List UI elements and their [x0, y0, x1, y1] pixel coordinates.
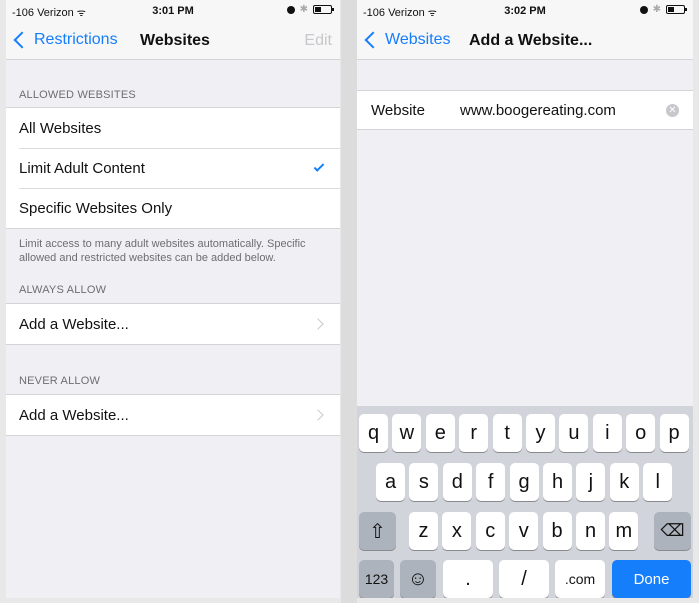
checkmark-icon	[313, 161, 325, 172]
websites-screen: -106 Verizon ᯤ 3:01 PM ✱ Restrictions Web…	[6, 0, 340, 598]
key-i[interactable]: i	[592, 414, 622, 452]
panel-divider	[341, 0, 357, 603]
key-k[interactable]: k	[609, 463, 639, 501]
key-o[interactable]: o	[626, 414, 656, 452]
emoji-key[interactable]: ☺	[400, 560, 436, 598]
key-n[interactable]: n	[576, 512, 605, 550]
option-all-websites[interactable]: All Websites	[6, 108, 340, 148]
battery-icon	[313, 5, 334, 14]
key-e[interactable]: e	[425, 414, 455, 452]
section-header-never-allow: NEVER ALLOW	[19, 375, 101, 387]
back-button[interactable]: Websites	[363, 31, 451, 49]
keyboard-row-4: 123 ☺ . / .com Done	[357, 560, 693, 598]
chevron-left-icon	[364, 31, 382, 49]
keyboard-row-2: asdfghjkl	[357, 463, 693, 501]
delete-key[interactable]: ⌫	[654, 512, 691, 550]
allowed-websites-group: All Websites Limit Adult Content Specifi…	[6, 107, 340, 229]
website-field-label: Website	[371, 101, 425, 119]
key-m[interactable]: m	[609, 512, 639, 550]
alarm-icon	[286, 5, 295, 14]
nav-bar: Restrictions Websites Edit	[6, 22, 340, 60]
key-h[interactable]: h	[543, 463, 572, 501]
key-f[interactable]: f	[476, 463, 506, 501]
key-j[interactable]: j	[576, 463, 606, 501]
add-website-screen: -106 Verizon ᯤ 3:02 PM ✱ Websites Add a W…	[357, 0, 693, 598]
key-z[interactable]: z	[409, 512, 438, 550]
keyboard-row-3: ⇧ ⌫ zxcvbnm	[357, 512, 693, 550]
page-title: Websites	[140, 32, 210, 49]
section-header-always-allow: ALWAYS ALLOW	[19, 284, 107, 296]
status-bar: -106 Verizon ᯤ 3:01 PM ✱	[6, 0, 340, 22]
alarm-icon	[639, 5, 648, 14]
key-u[interactable]: u	[559, 414, 589, 452]
key-g[interactable]: g	[509, 463, 539, 501]
option-specific-websites-only[interactable]: Specific Websites Only	[6, 188, 340, 228]
always-allow-group: Add a Website...	[6, 303, 340, 345]
keyboard-row-1: qwertyuiop	[357, 414, 693, 452]
keyboard: qwertyuiop asdfghjkl ⇧ ⌫ zxcvbnm 123 ☺ .…	[357, 406, 693, 598]
key-b[interactable]: b	[542, 512, 572, 550]
key-v[interactable]: v	[509, 512, 539, 550]
key-r[interactable]: r	[459, 414, 489, 452]
dot-key[interactable]: .	[443, 560, 493, 598]
nav-bar: Websites Add a Website...	[357, 22, 693, 60]
key-a[interactable]: a	[376, 463, 405, 501]
key-p[interactable]: p	[659, 414, 689, 452]
key-t[interactable]: t	[492, 414, 522, 452]
key-w[interactable]: w	[392, 414, 422, 452]
website-field-row: Website ✕	[357, 90, 693, 130]
key-x[interactable]: x	[442, 512, 472, 550]
back-label: Restrictions	[34, 31, 118, 48]
clear-text-icon[interactable]: ✕	[666, 103, 679, 117]
bluetooth-icon: ✱	[299, 4, 308, 15]
back-label: Websites	[385, 31, 451, 48]
never-allow-group: Add a Website...	[6, 394, 340, 436]
chevron-left-icon	[13, 31, 31, 49]
key-d[interactable]: d	[442, 463, 472, 501]
chevron-right-icon	[312, 409, 324, 421]
section-header-allowed: ALLOWED WEBSITES	[19, 89, 136, 101]
battery-icon	[666, 5, 687, 14]
key-s[interactable]: s	[409, 463, 439, 501]
slash-key[interactable]: /	[499, 560, 549, 598]
option-limit-adult-content[interactable]: Limit Adult Content	[6, 148, 340, 188]
dotcom-key[interactable]: .com	[555, 560, 605, 598]
key-l[interactable]: l	[643, 463, 673, 501]
numbers-key[interactable]: 123	[359, 560, 394, 598]
key-y[interactable]: y	[526, 414, 555, 452]
section-footer-note: Limit access to many adult websites auto…	[19, 238, 306, 264]
key-q[interactable]: q	[359, 414, 388, 452]
bluetooth-icon: ✱	[652, 4, 661, 15]
edit-button[interactable]: Edit	[304, 32, 332, 50]
status-bar: -106 Verizon ᯤ 3:02 PM ✱	[357, 0, 693, 22]
key-c[interactable]: c	[475, 512, 505, 550]
done-button[interactable]: Done	[612, 560, 691, 598]
shift-key[interactable]: ⇧	[359, 512, 396, 550]
website-input[interactable]	[460, 101, 666, 119]
chevron-right-icon	[312, 318, 324, 330]
never-allow-add-website[interactable]: Add a Website...	[6, 395, 340, 435]
always-allow-add-website[interactable]: Add a Website...	[6, 304, 340, 344]
page-title: Add a Website...	[469, 32, 593, 49]
back-button[interactable]: Restrictions	[12, 31, 118, 49]
